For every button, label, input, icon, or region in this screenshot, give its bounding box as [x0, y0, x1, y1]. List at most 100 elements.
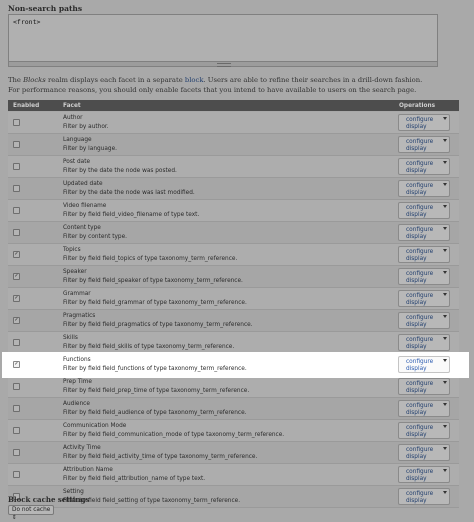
- display-link[interactable]: display: [406, 168, 427, 174]
- facet-enabled-checkbox[interactable]: [13, 427, 20, 434]
- facet-enabled-checkbox[interactable]: ✓: [13, 295, 20, 302]
- caret-down-icon[interactable]: [443, 139, 447, 142]
- configure-link[interactable]: configure: [406, 205, 433, 211]
- textarea-resize-grip[interactable]: [8, 62, 438, 67]
- display-link[interactable]: display: [406, 278, 427, 284]
- operations-dropbutton[interactable]: configure display: [398, 290, 450, 307]
- caret-down-icon[interactable]: [443, 403, 447, 406]
- facet-enabled-checkbox[interactable]: [13, 383, 20, 390]
- facet-enabled-checkbox[interactable]: [13, 141, 20, 148]
- operations-dropbutton[interactable]: configure display: [398, 400, 450, 417]
- caret-down-icon[interactable]: [443, 425, 447, 428]
- caret-down-icon[interactable]: [443, 381, 447, 384]
- facet-row: Attribution Name Filter by field field_at…: [8, 464, 459, 486]
- facet-enabled-checkbox[interactable]: [13, 229, 20, 236]
- configure-link[interactable]: configure: [406, 359, 433, 365]
- display-link[interactable]: display: [406, 322, 427, 328]
- configure-link[interactable]: configure: [406, 337, 433, 343]
- operations-dropbutton[interactable]: configure display: [398, 224, 450, 241]
- facet-enabled-checkbox[interactable]: ✓: [13, 251, 20, 258]
- operations-dropbutton[interactable]: configure display: [398, 422, 450, 439]
- display-link[interactable]: display: [406, 344, 427, 350]
- operations-dropbutton[interactable]: configure display: [398, 488, 450, 505]
- display-link[interactable]: display: [406, 366, 427, 372]
- facet-enabled-checkbox[interactable]: ✓: [13, 273, 20, 280]
- configure-link[interactable]: configure: [406, 227, 433, 233]
- facet-enabled-checkbox[interactable]: [13, 405, 20, 412]
- display-link[interactable]: display: [406, 234, 427, 240]
- operations-dropbutton[interactable]: configure display: [398, 334, 450, 351]
- facet-enabled-checkbox[interactable]: [13, 163, 20, 170]
- operations-dropbutton[interactable]: configure display: [398, 466, 450, 483]
- facet-row: Prep Time Filter by field field_prep_time…: [8, 376, 459, 398]
- display-link[interactable]: display: [406, 454, 427, 460]
- display-link[interactable]: display: [406, 498, 427, 504]
- caret-down-icon[interactable]: [443, 491, 447, 494]
- caret-down-icon[interactable]: [443, 359, 447, 362]
- caret-down-icon[interactable]: [443, 161, 447, 164]
- operations-dropbutton[interactable]: configure display: [398, 444, 450, 461]
- operations-dropbutton[interactable]: configure display: [398, 158, 450, 175]
- configure-link[interactable]: configure: [406, 293, 433, 299]
- facet-description: Filter by field field_speaker of type ta…: [63, 277, 243, 284]
- caret-down-icon[interactable]: [443, 337, 447, 340]
- configure-link[interactable]: configure: [406, 249, 433, 255]
- operations-dropbutton[interactable]: configure display: [398, 356, 450, 373]
- operations-dropbutton[interactable]: configure display: [398, 246, 450, 263]
- caret-down-icon[interactable]: [443, 293, 447, 296]
- caret-down-icon[interactable]: [443, 117, 447, 120]
- configure-link[interactable]: configure: [406, 271, 433, 277]
- display-link[interactable]: display: [406, 410, 427, 416]
- facet-row: Activity Time Filter by field field_activ…: [8, 442, 459, 464]
- configure-link[interactable]: configure: [406, 491, 433, 497]
- configure-link[interactable]: configure: [406, 469, 433, 475]
- caret-down-icon[interactable]: [443, 469, 447, 472]
- caret-down-icon[interactable]: [443, 315, 447, 318]
- facet-description: Filter by field field_prep_time of type …: [63, 387, 250, 394]
- display-link[interactable]: display: [406, 124, 427, 130]
- display-link[interactable]: display: [406, 476, 427, 482]
- configure-link[interactable]: configure: [406, 183, 433, 189]
- facet-enabled-checkbox[interactable]: [13, 471, 20, 478]
- caret-down-icon[interactable]: [443, 205, 447, 208]
- caret-down-icon[interactable]: [443, 271, 447, 274]
- caret-down-icon[interactable]: [443, 249, 447, 252]
- facet-description: Filter by the date the node was posted.: [63, 167, 177, 174]
- facet-enabled-checkbox[interactable]: [13, 339, 20, 346]
- block-cache-select[interactable]: Do not cache ⇕: [8, 505, 54, 521]
- display-link[interactable]: display: [406, 432, 427, 438]
- operations-dropbutton[interactable]: configure display: [398, 268, 450, 285]
- operations-dropbutton[interactable]: configure display: [398, 136, 450, 153]
- facet-enabled-checkbox[interactable]: ✓: [13, 361, 20, 368]
- select-arrows-icon: ⇕: [12, 515, 17, 521]
- configure-link[interactable]: configure: [406, 447, 433, 453]
- configure-link[interactable]: configure: [406, 381, 433, 387]
- operations-dropbutton[interactable]: configure display: [398, 312, 450, 329]
- display-link[interactable]: display: [406, 146, 427, 152]
- display-link[interactable]: display: [406, 212, 427, 218]
- non-search-paths-textarea[interactable]: <front>: [8, 14, 438, 62]
- configure-link[interactable]: configure: [406, 117, 433, 123]
- block-link[interactable]: block: [185, 76, 204, 84]
- caret-down-icon[interactable]: [443, 183, 447, 186]
- operations-dropbutton[interactable]: configure display: [398, 202, 450, 219]
- display-link[interactable]: display: [406, 300, 427, 306]
- configure-link[interactable]: configure: [406, 315, 433, 321]
- facet-enabled-checkbox[interactable]: ✓: [13, 317, 20, 324]
- facet-enabled-checkbox[interactable]: [13, 449, 20, 456]
- display-link[interactable]: display: [406, 256, 427, 262]
- display-link[interactable]: display: [406, 190, 427, 196]
- operations-dropbutton[interactable]: configure display: [398, 180, 450, 197]
- configure-link[interactable]: configure: [406, 161, 433, 167]
- display-link[interactable]: display: [406, 388, 427, 394]
- facet-enabled-checkbox[interactable]: [13, 207, 20, 214]
- caret-down-icon[interactable]: [443, 227, 447, 230]
- operations-dropbutton[interactable]: configure display: [398, 378, 450, 395]
- configure-link[interactable]: configure: [406, 139, 433, 145]
- configure-link[interactable]: configure: [406, 403, 433, 409]
- operations-dropbutton[interactable]: configure display: [398, 114, 450, 131]
- caret-down-icon[interactable]: [443, 447, 447, 450]
- configure-link[interactable]: configure: [406, 425, 433, 431]
- facet-enabled-checkbox[interactable]: [13, 185, 20, 192]
- facet-enabled-checkbox[interactable]: [13, 119, 20, 126]
